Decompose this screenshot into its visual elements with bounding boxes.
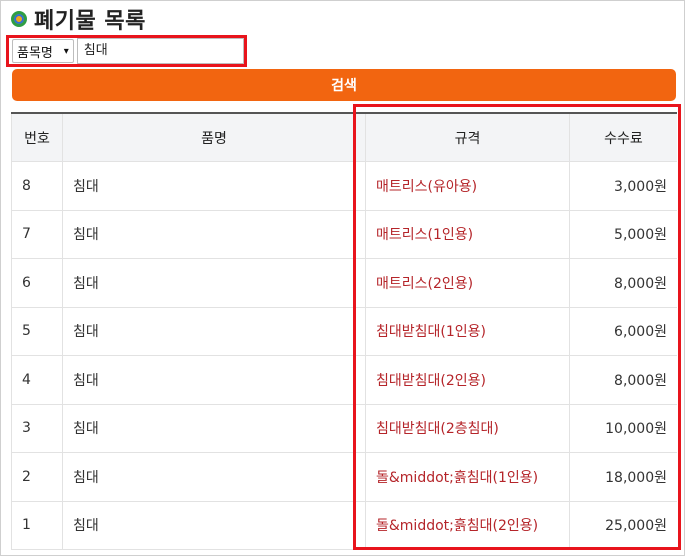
row-spec-link[interactable]: 돌&middot;흙침대(2인용) xyxy=(376,515,538,535)
search-field-select[interactable]: 품목명 ▾ xyxy=(12,39,74,63)
row-spec-link[interactable]: 침대받침대(2인용) xyxy=(376,370,486,390)
table-row: 4 침대 침대받침대(2인용) 8,000원 xyxy=(11,356,677,405)
row-spec-link[interactable]: 돌&middot;흙침대(1인용) xyxy=(376,467,538,487)
row-no: 1 xyxy=(11,501,63,549)
row-name: 침대 xyxy=(63,307,366,355)
header-no: 번호 xyxy=(11,114,63,161)
waste-table: 번호 품명 규격 수수료 8 침대 매트리스(유아용) 3,000원 7 침대 … xyxy=(11,112,677,550)
row-fee: 5,000원 xyxy=(614,227,667,244)
row-fee: 8,000원 xyxy=(614,275,667,292)
row-name: 침대 xyxy=(63,259,366,307)
row-no: 8 xyxy=(11,162,63,210)
row-spec-cell: 매트리스(1인용) xyxy=(366,210,570,258)
search-field-select-value: 품목명 xyxy=(17,45,53,61)
row-spec-link[interactable]: 매트리스(1인용) xyxy=(376,224,473,244)
row-spec-link[interactable]: 침대받침대(2층침대) xyxy=(376,418,499,438)
row-spec-link[interactable]: 매트리스(유아용) xyxy=(376,176,477,196)
row-spec-cell: 매트리스(유아용) xyxy=(366,162,570,210)
row-spec-cell: 돌&middot;흙침대(1인용) xyxy=(366,453,570,501)
table-row: 7 침대 매트리스(1인용) 5,000원 xyxy=(11,210,677,259)
header-fee: 수수료 xyxy=(604,130,643,147)
row-spec-cell: 침대받침대(1인용) xyxy=(366,307,570,355)
page-title: 폐기물 목록 xyxy=(11,4,146,34)
table-header-row: 번호 품명 규격 수수료 xyxy=(11,114,677,162)
row-fee: 10,000원 xyxy=(605,421,667,438)
row-no: 3 xyxy=(11,404,63,452)
chevron-down-icon: ▾ xyxy=(63,45,69,57)
row-spec-cell: 침대받침대(2층침대) xyxy=(366,404,570,452)
row-fee: 6,000원 xyxy=(614,324,667,341)
row-name: 침대 xyxy=(63,453,366,501)
row-name: 침대 xyxy=(63,162,366,210)
row-spec-link[interactable]: 매트리스(2인용) xyxy=(376,273,473,293)
row-fee: 3,000원 xyxy=(614,178,667,195)
table-row: 5 침대 침대받침대(1인용) 6,000원 xyxy=(11,307,677,356)
table-row: 1 침대 돌&middot;흙침대(2인용) 25,000원 xyxy=(11,501,677,550)
table-row: 3 침대 침대받침대(2층침대) 10,000원 xyxy=(11,404,677,453)
row-spec-cell: 침대받침대(2인용) xyxy=(366,356,570,404)
row-name: 침대 xyxy=(63,501,366,549)
row-fee: 18,000원 xyxy=(605,469,667,486)
table-row: 6 침대 매트리스(2인용) 8,000원 xyxy=(11,259,677,308)
table-row: 2 침대 돌&middot;흙침대(1인용) 18,000원 xyxy=(11,453,677,502)
row-fee: 8,000원 xyxy=(614,372,667,389)
row-name: 침대 xyxy=(63,356,366,404)
row-name: 침대 xyxy=(63,404,366,452)
search-input[interactable]: 침대 xyxy=(76,38,244,64)
row-no: 5 xyxy=(11,307,63,355)
circle-bullet-icon xyxy=(11,11,27,27)
row-no: 2 xyxy=(11,453,63,501)
header-name: 품명 xyxy=(63,114,366,161)
row-no: 4 xyxy=(11,356,63,404)
row-fee: 25,000원 xyxy=(605,518,667,535)
row-no: 6 xyxy=(11,259,63,307)
search-button[interactable]: 검색 xyxy=(12,69,676,101)
row-spec-cell: 매트리스(2인용) xyxy=(366,259,570,307)
row-spec-link[interactable]: 침대받침대(1인용) xyxy=(376,321,486,341)
row-spec-cell: 돌&middot;흙침대(2인용) xyxy=(366,501,570,549)
row-no: 7 xyxy=(11,210,63,258)
table-row: 8 침대 매트리스(유아용) 3,000원 xyxy=(11,162,677,211)
header-spec: 규격 xyxy=(366,114,570,161)
row-name: 침대 xyxy=(63,210,366,258)
search-bar: 품목명 ▾ 침대 xyxy=(6,35,247,67)
page-title-text: 폐기물 목록 xyxy=(34,9,146,34)
